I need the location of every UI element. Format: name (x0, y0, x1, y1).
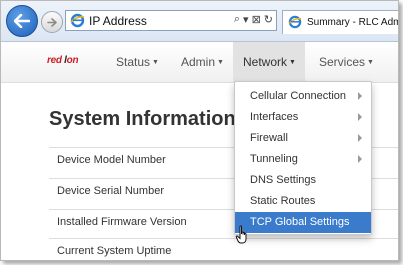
info-label: Device Serial Number (57, 185, 164, 197)
nav-admin-label: Admin (181, 55, 216, 69)
arrow-right-icon (47, 17, 57, 27)
menu-item-label: DNS Settings (250, 174, 317, 186)
back-button[interactable] (6, 5, 38, 37)
network-dropdown-menu: Cellular Connection Interfaces Firewall … (234, 81, 372, 235)
menu-item-tunneling[interactable]: Tunneling (235, 149, 371, 170)
menu-item-static-routes[interactable]: Static Routes (235, 191, 371, 212)
hand-cursor-icon (235, 225, 247, 244)
logo-part-3: on (66, 55, 79, 66)
ie-icon (70, 13, 85, 28)
nav-services-label: Services (319, 55, 366, 69)
top-navbar: red lon Status ▼ Admin ▼ Network ▼ Services… (1, 42, 398, 83)
menu-item-label: Static Routes (250, 195, 316, 207)
menu-item-label: TCP Global Settings (250, 216, 350, 228)
browser-toolbar: IP Address ⌕ ▾ ⊠ ↻ Summary - RLC Adm (1, 1, 398, 42)
caret-down-icon: ▼ (289, 59, 296, 66)
forward-button[interactable] (41, 11, 63, 33)
menu-item-label: Cellular Connection (250, 90, 346, 102)
caret-down-icon: ▼ (217, 59, 224, 66)
submenu-arrow-icon (358, 155, 362, 163)
menu-item-label: Interfaces (250, 111, 299, 123)
nav-admin[interactable]: Admin ▼ (181, 55, 224, 69)
red-lion-logo: red lon (47, 55, 79, 66)
menu-item-cellular-connection[interactable]: Cellular Connection (235, 86, 371, 107)
nav-network-wrapper: Network ▼ (243, 55, 296, 69)
info-label: Device Model Number (57, 154, 166, 166)
submenu-arrow-icon (358, 113, 362, 121)
browser-window: IP Address ⌕ ▾ ⊠ ↻ Summary - RLC Adm red… (0, 0, 399, 261)
refresh-icon[interactable]: ↻ (264, 13, 273, 26)
nav-status[interactable]: Status ▼ (116, 55, 159, 69)
nav-services[interactable]: Services ▼ (319, 55, 374, 69)
caret-down-icon: ▼ (367, 59, 374, 66)
info-label: Installed Firmware Version (57, 216, 187, 228)
info-row: Current System Uptime (49, 238, 398, 260)
menu-item-tcp-global-settings[interactable]: TCP Global Settings (235, 212, 371, 233)
tab-title: Summary - RLC Adm (307, 17, 399, 28)
address-tools: ⌕ ▾ ⊠ ↻ (234, 13, 273, 26)
nav-network[interactable]: Network ▼ (233, 42, 305, 82)
submenu-arrow-icon (358, 92, 362, 100)
info-label: Current System Uptime (57, 245, 172, 257)
page-title: System Information (49, 108, 236, 130)
dropdown-icon[interactable]: ▾ (243, 13, 249, 26)
menu-item-label: Tunneling (250, 153, 298, 165)
menu-item-dns-settings[interactable]: DNS Settings (235, 170, 371, 191)
browser-tab[interactable]: Summary - RLC Adm (282, 10, 399, 34)
logo-part-1: red (47, 55, 62, 66)
submenu-arrow-icon (358, 134, 362, 142)
menu-item-label: Firewall (250, 132, 288, 144)
search-icon[interactable]: ⌕ (234, 13, 240, 26)
nav-status-label: Status (116, 55, 151, 69)
address-text: IP Address (89, 14, 147, 28)
caret-down-icon: ▼ (152, 59, 159, 66)
compatibility-icon[interactable]: ⊠ (252, 13, 261, 26)
menu-item-interfaces[interactable]: Interfaces (235, 107, 371, 128)
menu-item-firewall[interactable]: Firewall (235, 128, 371, 149)
address-bar[interactable]: IP Address ⌕ ▾ ⊠ ↻ (65, 10, 277, 31)
nav-network-label: Network (243, 55, 288, 69)
arrow-left-icon (14, 14, 30, 28)
ie-tab-icon (288, 15, 302, 29)
